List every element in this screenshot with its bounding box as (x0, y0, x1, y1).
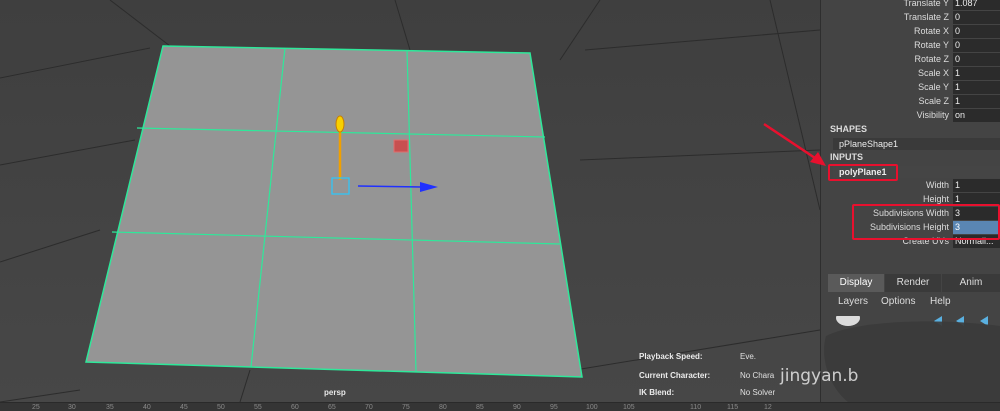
timeline-tick: 55 (254, 404, 262, 411)
tab-anim[interactable]: Anim (942, 274, 1000, 292)
attr-row-scale-x[interactable]: Scale X 1 (821, 67, 1000, 80)
attr-label: Rotate X (913, 26, 949, 36)
timeline-tick: 90 (513, 404, 521, 411)
hud-value-playback: Eve. (740, 352, 757, 361)
hud-label-ik: IK Blend: (639, 388, 675, 397)
attr-field[interactable]: 0 (953, 39, 1000, 52)
maya-window: Playback Speed: Eve. Current Character: … (0, 0, 1000, 411)
time-slider[interactable]: 25 30 35 40 45 50 55 60 65 70 75 80 85 9… (0, 402, 1000, 411)
menu-options[interactable]: Options (881, 296, 915, 307)
attr-field[interactable]: 1 (953, 81, 1000, 94)
timeline-tick: 30 (68, 404, 76, 411)
hud-value-character: No Chara (740, 371, 775, 380)
timeline-tick: 115 (727, 404, 739, 411)
attr-row-scale-z[interactable]: Scale Z 1 (821, 95, 1000, 108)
perspective-viewport[interactable]: Playback Speed: Eve. Current Character: … (0, 0, 820, 402)
layer-editor-tabs: Display Render Anim (828, 274, 1000, 292)
tab-display[interactable]: Display (828, 274, 884, 292)
tab-render[interactable]: Render (885, 274, 941, 292)
attr-label: Scale Y (918, 82, 949, 92)
timeline-tick: 25 (32, 404, 40, 411)
attr-field[interactable]: 0 (953, 11, 1000, 24)
attr-field[interactable]: on (953, 109, 1000, 122)
timeline-tick: 110 (690, 404, 702, 411)
attr-field[interactable]: 0 (953, 25, 1000, 38)
timeline-tick: 85 (476, 404, 484, 411)
hud-label-playback: Playback Speed: (639, 352, 703, 361)
attr-label: Visibility (916, 110, 949, 120)
attr-field[interactable]: 0 (953, 53, 1000, 66)
timeline-tick: 100 (586, 404, 598, 411)
timeline-tick: 70 (365, 404, 373, 411)
timeline-tick: 40 (143, 404, 151, 411)
attr-row-rotate-y[interactable]: Rotate Y 0 (821, 39, 1000, 52)
shape-node-item[interactable]: pPlaneShape1 (833, 138, 1000, 150)
attr-field[interactable]: 1 (953, 67, 1000, 80)
hud-value-ik: No Solver (740, 388, 776, 397)
timeline-tick: 50 (217, 404, 225, 411)
attr-row-rotate-x[interactable]: Rotate X 0 (821, 25, 1000, 38)
watermark: jingyan.b (780, 366, 859, 386)
attr-label: Scale Z (918, 96, 949, 106)
attr-row-rotate-z[interactable]: Rotate Z 0 (821, 53, 1000, 66)
poly-plane[interactable] (86, 46, 582, 377)
attr-field[interactable]: 1 (953, 179, 1000, 192)
timeline-tick: 65 (328, 404, 336, 411)
menu-layers[interactable]: Layers (838, 296, 868, 307)
attr-row-translate-z[interactable]: Translate Z 0 (821, 11, 1000, 24)
attr-row-visibility[interactable]: Visibility on (821, 109, 1000, 122)
attr-row-scale-y[interactable]: Scale Y 1 (821, 81, 1000, 94)
attr-label: Translate Z (903, 12, 949, 22)
attr-label: Width (925, 180, 949, 190)
hud-label-character: Current Character: (639, 371, 711, 380)
timeline-tick: 75 (402, 404, 410, 411)
timeline-tick: 95 (550, 404, 558, 411)
timeline-tick: 80 (439, 404, 447, 411)
viewport-canvas[interactable] (0, 0, 820, 402)
timeline-tick: 45 (180, 404, 188, 411)
attr-field[interactable]: 1 (953, 95, 1000, 108)
attr-label: Translate Y (903, 0, 949, 8)
attr-label: Rotate Y (914, 40, 949, 50)
camera-name: persp (324, 388, 346, 397)
attr-row-translate-y[interactable]: Translate Y 1.087 (821, 0, 1000, 10)
attr-label: Scale X (917, 68, 949, 78)
timeline-tick: 60 (291, 404, 299, 411)
annotation-arrow (763, 122, 826, 166)
highlight-box-subdivisions (852, 204, 1000, 240)
timeline-tick: 105 (623, 404, 635, 411)
menu-help[interactable]: Help (930, 296, 951, 307)
scribble-overlay (824, 316, 1000, 402)
attr-field[interactable]: 1.087 (953, 0, 1000, 10)
attr-label: Rotate Z (914, 54, 949, 64)
timeline-tick: 12 (764, 404, 772, 411)
timeline-tick: 35 (106, 404, 114, 411)
